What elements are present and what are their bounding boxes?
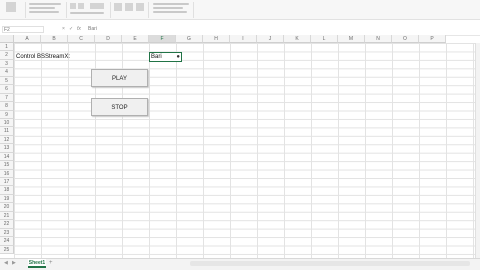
column-header-o[interactable]: O (392, 35, 419, 43)
column-header-h[interactable]: H (203, 35, 230, 43)
percent-icon[interactable] (125, 3, 133, 11)
column-header-i[interactable]: I (230, 35, 257, 43)
font-row[interactable] (29, 3, 61, 5)
merge-icon[interactable] (90, 3, 104, 9)
font-style-row[interactable] (29, 7, 55, 9)
row-header-23[interactable]: 23 (0, 228, 14, 238)
column-header-c[interactable]: C (68, 35, 95, 43)
ribbon-group-styles[interactable] (151, 0, 191, 19)
prev-sheet-icon[interactable]: ◀ (4, 260, 8, 266)
row-header-18[interactable]: 18 (0, 186, 14, 195)
row-header-15[interactable]: 15 (0, 161, 14, 170)
dropdown-cursor-icon[interactable]: ● (176, 53, 180, 62)
ribbon-separator (110, 2, 111, 18)
column-header-a[interactable]: A (14, 35, 41, 43)
column-header-k[interactable]: K (284, 35, 311, 43)
ribbon-separator (66, 2, 67, 18)
cancel-icon[interactable]: × (62, 26, 65, 33)
cell-f2-value: Bari (151, 54, 162, 60)
row-header-12[interactable]: 12 (0, 135, 14, 145)
row-header-9[interactable]: 9 (0, 110, 14, 119)
cell-a2[interactable]: Control BSStreamX: (16, 54, 70, 60)
formula-input[interactable]: Bari (88, 26, 97, 33)
styles-row[interactable] (153, 7, 183, 9)
row-header-24[interactable]: 24 (0, 237, 14, 246)
styles-row[interactable] (153, 11, 187, 13)
number-format-icon[interactable] (114, 3, 122, 11)
fx-icon[interactable]: fx (77, 26, 81, 33)
ribbon-group-number[interactable] (112, 0, 146, 19)
add-sheet-icon[interactable]: + (49, 260, 53, 266)
row-header-21[interactable]: 21 (0, 211, 14, 221)
column-header-f[interactable]: F (149, 35, 176, 43)
row-header-8[interactable]: 8 (0, 102, 14, 111)
select-all-corner[interactable] (0, 35, 14, 43)
spreadsheet-grid[interactable]: ABCDEFGHIJKLMNOP 1 2 3 4 5 6 7 8 9 10 11 12 13 14 15 16… (0, 35, 480, 258)
confirm-icon[interactable]: ✓ (69, 26, 73, 33)
row-header-6[interactable]: 6 (0, 85, 14, 94)
column-header-p[interactable]: P (419, 35, 446, 43)
row-header-14[interactable]: 14 (0, 152, 14, 162)
row-header-22[interactable]: 22 (0, 220, 14, 229)
stop-button[interactable]: STOP (91, 98, 148, 116)
sheet-tab-bar: ◀ ▶ Sheet1 + (0, 258, 480, 270)
styles-row[interactable] (153, 3, 189, 5)
row-header-4[interactable]: 4 (0, 68, 14, 77)
row-header-20[interactable]: 20 (0, 203, 14, 212)
vertical-scrollbar[interactable] (475, 43, 480, 258)
ribbon-group-alignment[interactable] (68, 0, 108, 19)
column-header-j[interactable]: J (257, 35, 284, 43)
ribbon-separator (148, 2, 149, 18)
cell-f2-selected[interactable]: Bari ● (149, 52, 182, 62)
column-header-g[interactable]: G (176, 35, 203, 43)
row-header-13[interactable]: 13 (0, 144, 14, 153)
ribbon-separator (193, 2, 194, 18)
row-header-11[interactable]: 11 (0, 127, 14, 136)
ribbon-group-clipboard[interactable] (2, 0, 24, 19)
ribbon (0, 0, 480, 20)
align-icon[interactable] (70, 3, 76, 9)
row-header-10[interactable]: 10 (0, 118, 14, 128)
row-header-17[interactable]: 17 (0, 178, 14, 187)
sheet-tab-active[interactable]: Sheet1 (28, 259, 46, 268)
row-header-16[interactable]: 16 (0, 169, 14, 179)
name-box[interactable]: F2 (2, 26, 44, 33)
row-header-2[interactable]: 2 (0, 51, 14, 60)
column-header-l[interactable]: L (311, 35, 338, 43)
column-header-n[interactable]: N (365, 35, 392, 43)
horizontal-scrollbar[interactable] (190, 261, 470, 266)
play-button[interactable]: PLAY (91, 69, 148, 87)
alignment-row[interactable] (70, 12, 104, 14)
font-color-row[interactable] (29, 11, 59, 13)
row-header-3[interactable]: 3 (0, 59, 14, 69)
wrap-icon[interactable] (78, 3, 84, 9)
ribbon-group-font[interactable] (27, 0, 65, 19)
row-header-1[interactable]: 1 (0, 43, 14, 52)
ribbon-separator (25, 2, 26, 18)
comma-icon[interactable] (136, 3, 144, 11)
row-header-7[interactable]: 7 (0, 93, 14, 103)
column-header-d[interactable]: D (95, 35, 122, 43)
row-header-19[interactable]: 19 (0, 194, 14, 204)
column-header-e[interactable]: E (122, 35, 149, 43)
row-header-25[interactable]: 25 (0, 245, 14, 254)
paste-icon[interactable] (6, 2, 16, 12)
next-sheet-icon[interactable]: ▶ (12, 260, 16, 266)
column-header-b[interactable]: B (41, 35, 68, 43)
cell-grid[interactable] (14, 43, 480, 258)
row-header-5[interactable]: 5 (0, 76, 14, 86)
column-header-m[interactable]: M (338, 35, 365, 43)
